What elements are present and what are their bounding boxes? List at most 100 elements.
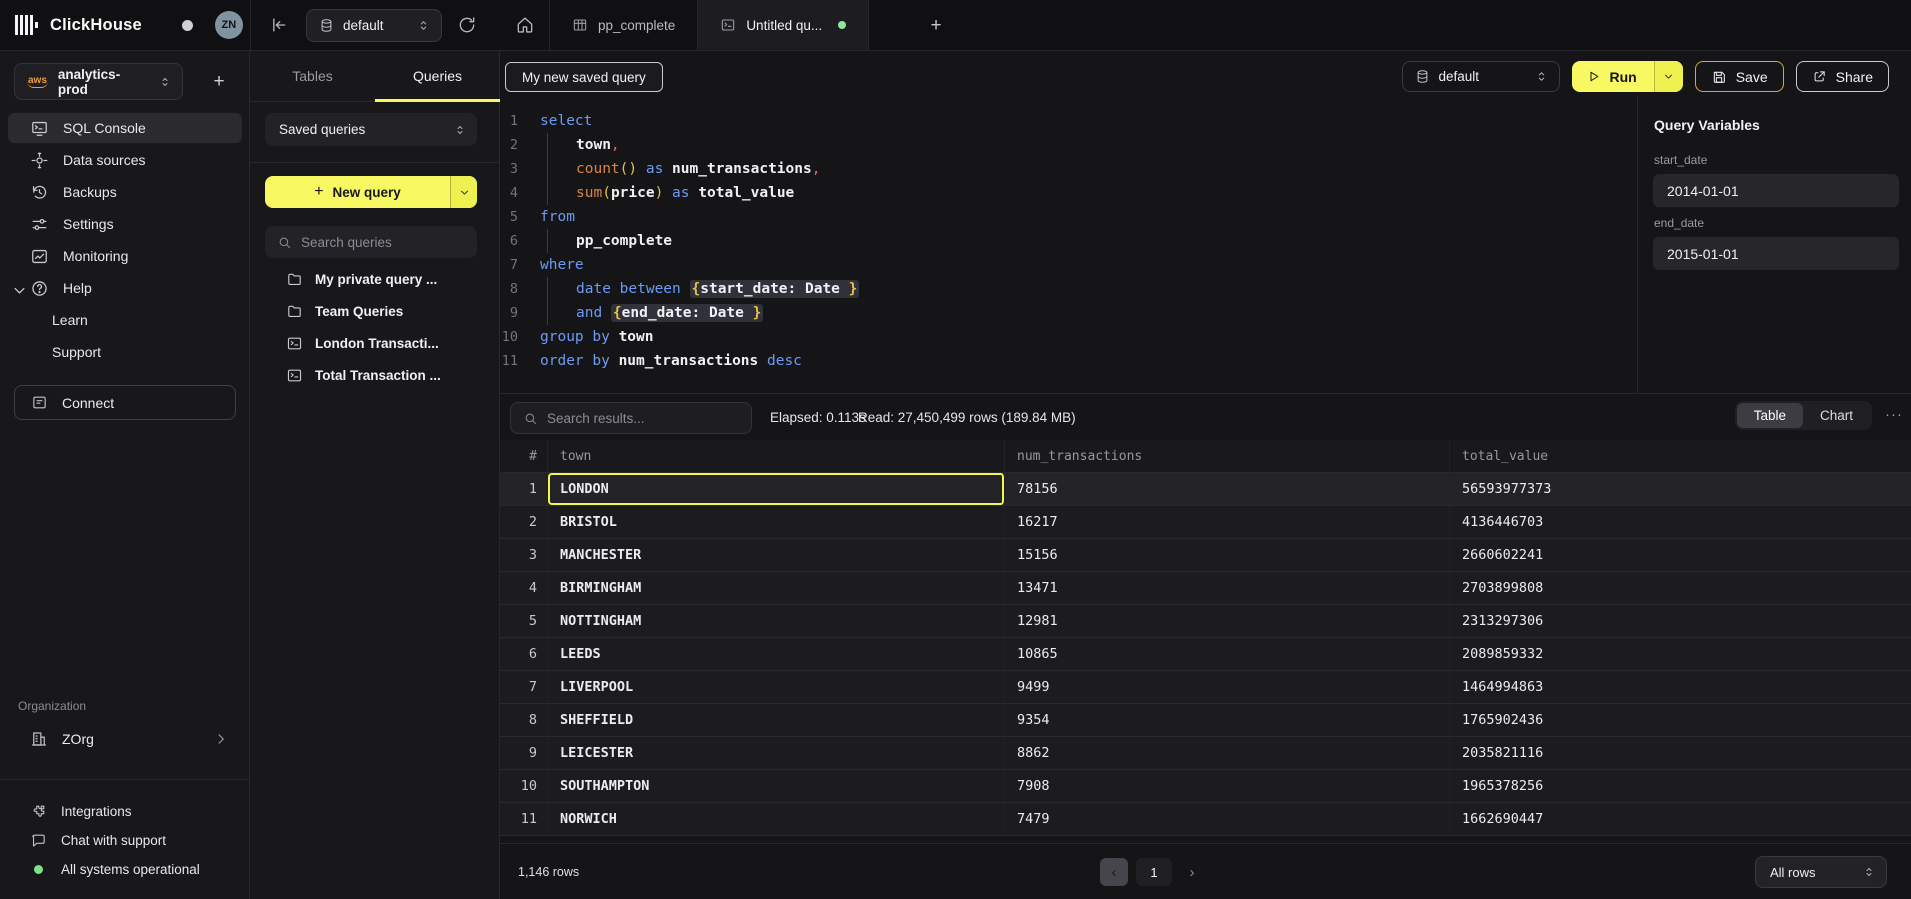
cell-town[interactable]: MANCHESTER <box>548 539 1005 571</box>
table-row[interactable]: 1LONDON7815656593977373 <box>500 473 1911 506</box>
search-queries-input[interactable] <box>301 235 465 250</box>
cell-total-value[interactable]: 2703899808 <box>1450 572 1911 604</box>
user-avatar[interactable]: ZN <box>215 11 243 39</box>
chevron-down-icon <box>10 281 29 300</box>
cell-num-transactions[interactable]: 15156 <box>1005 539 1450 571</box>
tab-queries[interactable]: Queries <box>375 51 500 101</box>
save-button[interactable]: Save <box>1695 61 1784 92</box>
editor-tab-untitled-qu[interactable]: Untitled qu... <box>698 0 869 50</box>
sidebar-item-sql-console[interactable]: SQL Console <box>8 113 242 143</box>
new-query-dropdown[interactable] <box>450 176 477 208</box>
sidebar-item-support[interactable]: Support <box>8 337 242 367</box>
add-service-button[interactable]: + <box>206 69 232 95</box>
cell-total-value[interactable]: 2089859332 <box>1450 638 1911 670</box>
cell-num-transactions[interactable]: 7908 <box>1005 770 1450 802</box>
column-header-town[interactable]: town <box>548 440 1005 472</box>
sidebar-item-monitoring[interactable]: Monitoring <box>8 241 242 271</box>
cell-num-transactions[interactable]: 7479 <box>1005 803 1450 835</box>
cell-total-value[interactable]: 4136446703 <box>1450 506 1911 538</box>
cell-town[interactable]: LEEDS <box>548 638 1005 670</box>
tab-tables[interactable]: Tables <box>250 51 375 101</box>
sidebar-item-settings[interactable]: Settings <box>8 209 242 239</box>
view-tab-table[interactable]: Table <box>1737 403 1803 428</box>
sidebar-item-data-sources[interactable]: Data sources <box>8 145 242 175</box>
cell-total-value[interactable]: 1662690447 <box>1450 803 1911 835</box>
table-row[interactable]: 3MANCHESTER151562660602241 <box>500 539 1911 572</box>
cell-num-transactions[interactable]: 10865 <box>1005 638 1450 670</box>
share-button[interactable]: Share <box>1796 61 1889 92</box>
column-header-total-value[interactable]: total_value <box>1450 440 1911 472</box>
sidebar-item-help[interactable]: Help <box>8 273 242 303</box>
table-row[interactable]: 2BRISTOL162174136446703 <box>500 506 1911 539</box>
sidebar-item-all-systems-operational[interactable]: All systems operational <box>8 855 242 884</box>
cell-town[interactable]: SHEFFIELD <box>548 704 1005 736</box>
cell-total-value[interactable]: 2035821116 <box>1450 737 1911 769</box>
cell-total-value[interactable]: 2660602241 <box>1450 539 1911 571</box>
cell-num-transactions[interactable]: 78156 <box>1005 473 1450 505</box>
table-row[interactable]: 5NOTTINGHAM129812313297306 <box>500 605 1911 638</box>
editor-database-select[interactable]: default <box>1402 61 1560 92</box>
column-header-index[interactable]: # <box>500 440 548 472</box>
cell-num-transactions[interactable]: 9499 <box>1005 671 1450 703</box>
cell-town[interactable]: NOTTINGHAM <box>548 605 1005 637</box>
connect-button[interactable]: Connect <box>14 385 236 420</box>
more-options-icon[interactable]: ··· <box>1885 406 1903 423</box>
sidebar-item-organization[interactable]: ZOrg <box>8 723 242 755</box>
cell-total-value[interactable]: 1765902436 <box>1450 704 1911 736</box>
search-results-input[interactable] <box>547 411 739 426</box>
saved-queries-filter-select[interactable]: Saved queries <box>265 113 477 146</box>
cell-town[interactable]: BRISTOL <box>548 506 1005 538</box>
refresh-icon[interactable] <box>457 15 477 35</box>
cell-total-value[interactable]: 1965378256 <box>1450 770 1911 802</box>
home-icon[interactable] <box>515 15 535 35</box>
next-page-button[interactable]: › <box>1180 858 1204 886</box>
cell-num-transactions[interactable]: 9354 <box>1005 704 1450 736</box>
saved-query-item-london-transacti[interactable]: London Transacti... <box>250 327 500 359</box>
sql-editor[interactable]: 1select2town,3count() as num_transaction… <box>500 95 1637 393</box>
sidebar-item-integrations[interactable]: Integrations <box>8 797 242 826</box>
cell-num-transactions[interactable]: 16217 <box>1005 506 1450 538</box>
topbar-database-select[interactable]: default <box>306 9 442 42</box>
collapse-panel-icon[interactable] <box>268 15 288 35</box>
saved-query-item-my-private-query[interactable]: My private query ... <box>250 263 500 295</box>
cell-num-transactions[interactable]: 12981 <box>1005 605 1450 637</box>
table-row[interactable]: 9LEICESTER88622035821116 <box>500 737 1911 770</box>
table-row[interactable]: 11NORWICH74791662690447 <box>500 803 1911 836</box>
cell-town[interactable]: BIRMINGHAM <box>548 572 1005 604</box>
cell-total-value[interactable]: 56593977373 <box>1450 473 1911 505</box>
table-row[interactable]: 6LEEDS108652089859332 <box>500 638 1911 671</box>
cell-total-value[interactable]: 1464994863 <box>1450 671 1911 703</box>
cell-num-transactions[interactable]: 8862 <box>1005 737 1450 769</box>
run-options-dropdown[interactable] <box>1654 61 1683 92</box>
cell-town[interactable]: LIVERPOOL <box>548 671 1005 703</box>
saved-query-tab[interactable]: My new saved query <box>505 62 663 92</box>
cell-num-transactions[interactable]: 13471 <box>1005 572 1450 604</box>
table-row[interactable]: 8SHEFFIELD93541765902436 <box>500 704 1911 737</box>
run-button[interactable]: Run <box>1572 61 1683 92</box>
table-row[interactable]: 4BIRMINGHAM134712703899808 <box>500 572 1911 605</box>
variable-input-end-date[interactable] <box>1653 237 1899 270</box>
cell-town[interactable]: LEICESTER <box>548 737 1005 769</box>
saved-query-item-total-transaction[interactable]: Total Transaction ... <box>250 359 500 391</box>
new-query-button[interactable]: + New query <box>265 176 477 208</box>
sidebar-item-chat-with-support[interactable]: Chat with support <box>8 826 242 855</box>
page-size-select[interactable]: All rows <box>1755 856 1887 888</box>
saved-query-item-team-queries[interactable]: Team Queries <box>250 295 500 327</box>
editor-tab-pp-complete[interactable]: pp_complete <box>549 0 698 50</box>
sidebar-item-backups[interactable]: Backups <box>8 177 242 207</box>
workspace-select[interactable]: aws analytics-prod <box>14 63 183 100</box>
new-tab-button[interactable]: + <box>922 12 950 40</box>
current-page[interactable]: 1 <box>1136 858 1172 886</box>
table-row[interactable]: 7LIVERPOOL94991464994863 <box>500 671 1911 704</box>
sidebar-item-learn[interactable]: Learn <box>8 305 242 335</box>
column-header-num-transactions[interactable]: num_transactions <box>1005 440 1450 472</box>
notification-dot[interactable] <box>182 20 193 31</box>
cell-town[interactable]: LONDON <box>548 473 1005 505</box>
cell-total-value[interactable]: 2313297306 <box>1450 605 1911 637</box>
cell-town[interactable]: NORWICH <box>548 803 1005 835</box>
cell-town[interactable]: SOUTHAMPTON <box>548 770 1005 802</box>
view-tab-chart[interactable]: Chart <box>1803 403 1870 428</box>
table-row[interactable]: 10SOUTHAMPTON79081965378256 <box>500 770 1911 803</box>
previous-page-button[interactable]: ‹ <box>1100 858 1128 886</box>
variable-input-start-date[interactable] <box>1653 174 1899 207</box>
